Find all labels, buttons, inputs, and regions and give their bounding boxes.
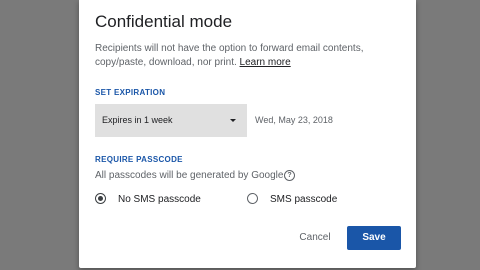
learn-more-link[interactable]: Learn more bbox=[240, 57, 291, 68]
expiration-selected-value: Expires in 1 week bbox=[102, 115, 173, 125]
expiration-select[interactable]: Expires in 1 week bbox=[95, 104, 247, 137]
passcode-note: All passcodes will be generated by Googl… bbox=[95, 170, 287, 181]
description-text: Recipients will not have the option to f… bbox=[95, 43, 364, 68]
sms-passcode-label: SMS passcode bbox=[270, 194, 338, 205]
radio-unchecked-icon[interactable] bbox=[247, 193, 258, 204]
confidential-mode-dialog: Confidential mode Recipients will not ha… bbox=[79, 0, 416, 268]
require-passcode-label: REQUIRE PASSCODE bbox=[95, 155, 183, 164]
save-button[interactable]: Save bbox=[347, 226, 401, 250]
radio-checked-icon[interactable] bbox=[95, 193, 106, 204]
dialog-title: Confidential mode bbox=[95, 12, 233, 31]
dialog-description: Recipients will not have the option to f… bbox=[95, 42, 395, 70]
set-expiration-label: SET EXPIRATION bbox=[95, 88, 166, 97]
expiration-date: Wed, May 23, 2018 bbox=[255, 115, 333, 125]
cancel-button[interactable]: Cancel bbox=[287, 226, 343, 250]
help-icon[interactable]: ? bbox=[284, 170, 295, 181]
no-sms-passcode-label: No SMS passcode bbox=[118, 194, 201, 205]
chevron-down-icon bbox=[230, 119, 236, 122]
